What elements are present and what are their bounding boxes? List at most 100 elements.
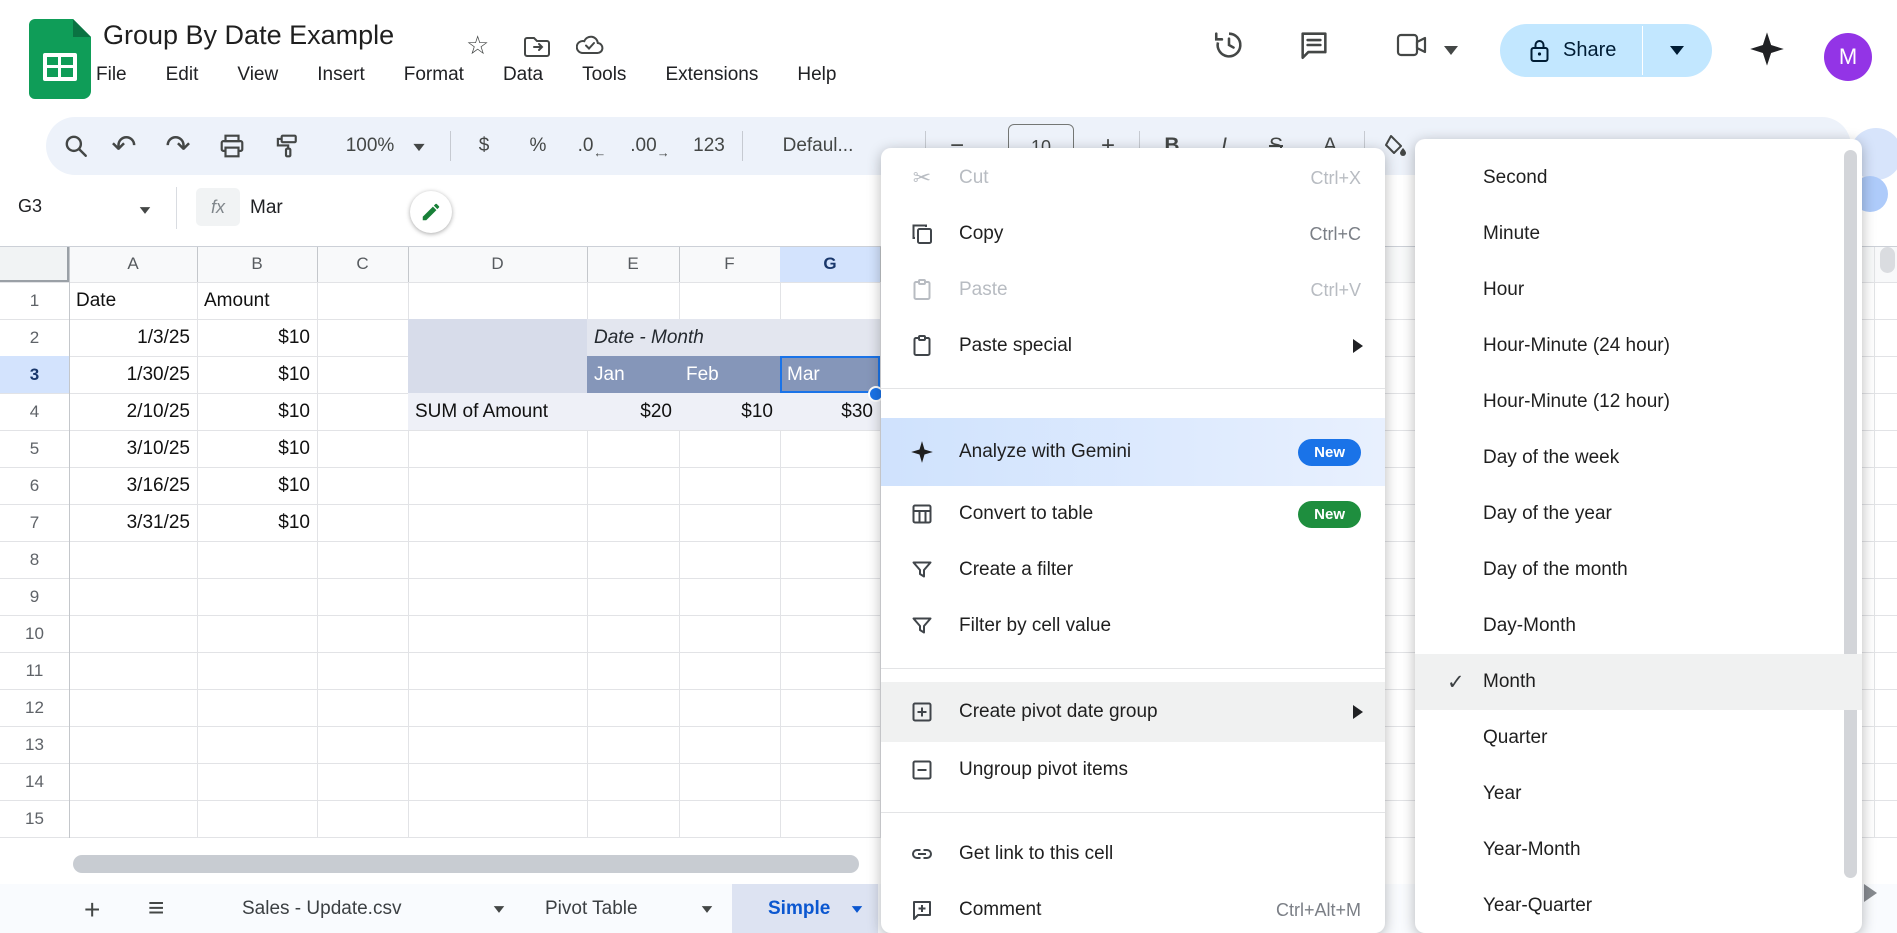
- menu-item-ungroup-pivot-items[interactable]: Ungroup pivot items: [881, 742, 1385, 798]
- pivot-month-cell-Feb[interactable]: Feb: [679, 356, 780, 393]
- menu-item-analyze-gemini[interactable]: Analyze with GeminiNew: [881, 418, 1385, 486]
- camera-dropdown-caret[interactable]: [1444, 46, 1458, 55]
- submenu-item-day-of-the-month[interactable]: Day of the month: [1415, 542, 1862, 598]
- row-header-8[interactable]: 8: [0, 541, 69, 579]
- pivot-sum-value-cell-1[interactable]: $10: [679, 393, 780, 430]
- pivot-sum-value-cell-0[interactable]: $20: [587, 393, 679, 430]
- submenu-item-hour[interactable]: Hour: [1415, 262, 1862, 318]
- paint-format-icon[interactable]: [260, 117, 312, 175]
- edit-pivot-pencil-button[interactable]: [410, 191, 452, 233]
- select-all-corner[interactable]: [0, 246, 69, 282]
- row-header-10[interactable]: 10: [0, 615, 69, 653]
- row-header-12[interactable]: 12: [0, 689, 69, 727]
- menubar-item-file[interactable]: File: [96, 64, 127, 86]
- zoom-select[interactable]: 100%: [334, 117, 406, 175]
- row-header-2[interactable]: 2: [0, 319, 69, 357]
- menubar-item-view[interactable]: View: [237, 64, 278, 86]
- submenu-item-day-month[interactable]: Day-Month: [1415, 598, 1862, 654]
- gemini-sparkle-icon[interactable]: [1748, 30, 1786, 68]
- menu-item-convert-table[interactable]: Convert to tableNew: [881, 486, 1385, 542]
- cell-B4[interactable]: $10: [197, 393, 317, 430]
- sheet-tab-caret[interactable]: [494, 906, 505, 913]
- menu-item-paste[interactable]: PasteCtrl+V: [881, 262, 1385, 318]
- print-icon[interactable]: [206, 117, 258, 175]
- version-history-icon[interactable]: [1212, 28, 1246, 62]
- search-icon[interactable]: [46, 117, 106, 175]
- move-folder-icon[interactable]: [524, 36, 550, 58]
- row-header-7[interactable]: 7: [0, 504, 69, 542]
- sheets-logo-icon[interactable]: [29, 19, 91, 99]
- sheet-tab-caret[interactable]: [702, 906, 713, 913]
- pivot-sum-label-cell[interactable]: SUM of Amount: [408, 393, 587, 430]
- vertical-scrollbar-thumb[interactable]: [1880, 247, 1895, 273]
- increase-decimal-button[interactable]: .00→: [622, 117, 678, 175]
- submenu-item-hour-minute-24-hour-[interactable]: Hour-Minute (24 hour): [1415, 318, 1862, 374]
- menu-item-create-pivot-date-group[interactable]: Create pivot date group: [881, 682, 1385, 742]
- add-sheet-button[interactable]: +: [84, 894, 100, 926]
- cell-A3[interactable]: 1/30/25: [69, 356, 197, 393]
- format-currency-button[interactable]: $: [458, 117, 510, 175]
- row-header-9[interactable]: 9: [0, 578, 69, 616]
- row-header-6[interactable]: 6: [0, 467, 69, 505]
- sheet-tab-sales-update-csv[interactable]: Sales - Update.csv: [242, 884, 401, 933]
- menu-item-copy[interactable]: CopyCtrl+C: [881, 206, 1385, 262]
- column-header-B[interactable]: B: [197, 246, 318, 282]
- cell-B5[interactable]: $10: [197, 430, 317, 467]
- more-formats-button[interactable]: 123: [682, 117, 736, 175]
- column-header-D[interactable]: D: [408, 246, 588, 282]
- row-header-13[interactable]: 13: [0, 726, 69, 764]
- tab-scroll-right-icon[interactable]: [1864, 884, 1877, 902]
- cell-A1[interactable]: Date: [69, 282, 197, 319]
- cell-A7[interactable]: 3/31/25: [69, 504, 197, 541]
- zoom-caret[interactable]: [413, 144, 424, 151]
- name-box-caret[interactable]: [140, 207, 151, 214]
- submenu-item-quarter[interactable]: Quarter: [1415, 710, 1862, 766]
- sheet-tab-pivot-table[interactable]: Pivot Table: [545, 884, 638, 933]
- font-select[interactable]: Defaul...: [758, 117, 878, 175]
- sheet-tab-caret[interactable]: [852, 906, 863, 913]
- row-header-1[interactable]: 1: [0, 282, 69, 320]
- formula-input[interactable]: Mar: [250, 197, 283, 219]
- menu-item-get-link[interactable]: Get link to this cell: [881, 826, 1385, 882]
- menubar-item-extensions[interactable]: Extensions: [665, 64, 758, 86]
- submenu-item-year-month[interactable]: Year-Month: [1415, 822, 1862, 878]
- pivot-group-label-cell[interactable]: Date - Month: [587, 319, 787, 356]
- submenu-item-hour-minute-12-hour-[interactable]: Hour-Minute (12 hour): [1415, 374, 1862, 430]
- row-header-5[interactable]: 5: [0, 430, 69, 468]
- submenu-item-day-of-the-year[interactable]: Day of the year: [1415, 486, 1862, 542]
- cell-B2[interactable]: $10: [197, 319, 317, 356]
- format-percent-button[interactable]: %: [512, 117, 564, 175]
- comments-icon[interactable]: [1297, 28, 1331, 62]
- menubar-item-help[interactable]: Help: [797, 64, 836, 86]
- submenu-item-year-quarter[interactable]: Year-Quarter: [1415, 878, 1862, 933]
- menubar-item-insert[interactable]: Insert: [317, 64, 365, 86]
- row-header-15[interactable]: 15: [0, 800, 69, 838]
- cell-A4[interactable]: 2/10/25: [69, 393, 197, 430]
- submenu-item-year[interactable]: Year: [1415, 766, 1862, 822]
- submenu-item-day-of-the-week[interactable]: Day of the week: [1415, 430, 1862, 486]
- cloud-saved-icon[interactable]: [576, 34, 604, 56]
- row-header-4[interactable]: 4: [0, 393, 69, 431]
- column-header-E[interactable]: E: [587, 246, 680, 282]
- menubar-item-edit[interactable]: Edit: [166, 64, 199, 86]
- menubar-item-tools[interactable]: Tools: [582, 64, 626, 86]
- pivot-sum-value-cell-2[interactable]: $30: [780, 393, 880, 430]
- name-box[interactable]: G3: [18, 196, 42, 217]
- horizontal-scrollbar-thumb[interactable]: [73, 855, 859, 873]
- all-sheets-icon[interactable]: ≡: [148, 892, 164, 924]
- redo-icon[interactable]: ↷: [152, 117, 204, 175]
- cell-B7[interactable]: $10: [197, 504, 317, 541]
- cell-A5[interactable]: 3/10/25: [69, 430, 197, 467]
- row-header-11[interactable]: 11: [0, 652, 69, 690]
- cell-A6[interactable]: 3/16/25: [69, 467, 197, 504]
- menu-item-paste-special[interactable]: Paste special: [881, 318, 1385, 374]
- cell-B6[interactable]: $10: [197, 467, 317, 504]
- column-header-C[interactable]: C: [317, 246, 409, 282]
- column-header-A[interactable]: A: [69, 246, 198, 282]
- document-title[interactable]: Group By Date Example: [103, 20, 394, 51]
- submenu-item-minute[interactable]: Minute: [1415, 206, 1862, 262]
- undo-icon[interactable]: ↶: [98, 117, 150, 175]
- menu-item-filter-cell-value[interactable]: Filter by cell value: [881, 598, 1385, 654]
- share-dropdown-caret[interactable]: [1670, 46, 1684, 55]
- cell-A2[interactable]: 1/3/25: [69, 319, 197, 356]
